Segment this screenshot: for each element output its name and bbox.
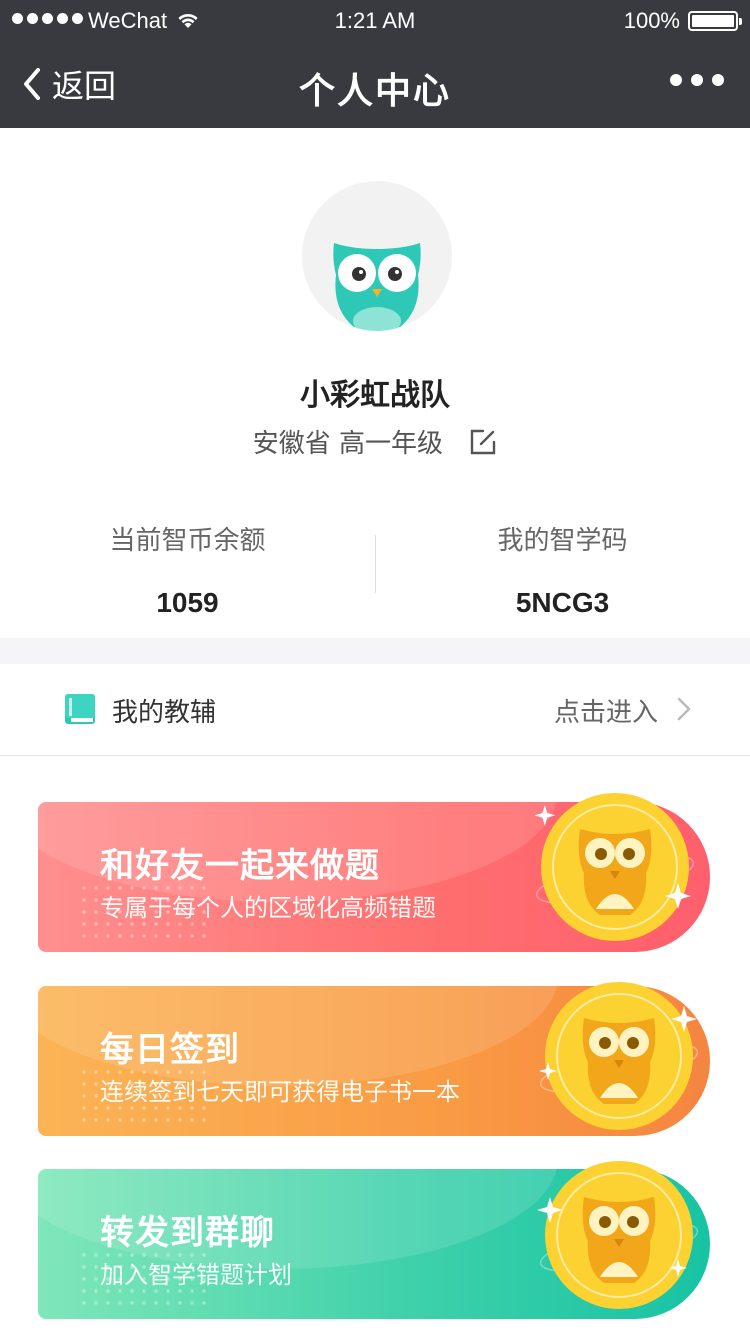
book-icon xyxy=(65,694,95,724)
my-tutoring-books-label: 我的教辅 xyxy=(112,698,217,728)
top-bar: WeChat 1:21 AM 100% 返回 个人中心 xyxy=(0,0,750,128)
stat-study-code: 我的智学码 5NCG3 xyxy=(375,520,750,619)
status-bar: WeChat 1:21 AM 100% xyxy=(0,0,750,40)
edit-icon[interactable] xyxy=(469,428,497,456)
chevron-right-icon xyxy=(677,697,691,721)
more-dots-icon xyxy=(670,74,682,86)
user-location-grade: 安徽省 高一年级 xyxy=(0,423,750,460)
stat-coin-balance: 当前智币余额 1059 xyxy=(0,520,375,619)
user-name: 小彩虹战队 xyxy=(300,378,450,413)
more-menu-button[interactable] xyxy=(670,74,724,86)
card-title: 每日签到 xyxy=(100,1030,240,1070)
card-title: 和好友一起来做题 xyxy=(100,846,380,886)
card-subtitle: 专属于每个人的区域化高频错题 xyxy=(100,894,436,922)
battery-percentage: 100% xyxy=(623,8,680,33)
my-tutoring-books-row[interactable]: 我的教辅 点击进入 xyxy=(0,664,750,756)
stat-value: 5NCG3 xyxy=(515,587,610,618)
stat-label: 当前智币余额 xyxy=(109,526,266,556)
location-grade-text: 安徽省 高一年级 xyxy=(252,429,443,459)
owl-coin-icon xyxy=(539,982,699,1130)
owl-coin-icon xyxy=(537,1161,699,1309)
stat-value: 1059 xyxy=(156,587,219,618)
enter-link[interactable]: 点击进入 xyxy=(554,692,658,729)
section-divider xyxy=(0,638,750,664)
card-subtitle: 加入智学错题计划 xyxy=(100,1261,292,1289)
page-title: 个人中心 xyxy=(298,71,451,112)
stat-label: 我的智学码 xyxy=(497,526,628,556)
owl-mascot-icon xyxy=(333,243,421,331)
card-subtitle: 连续签到七天即可获得电子书一本 xyxy=(100,1078,460,1106)
card-title: 转发到群聊 xyxy=(100,1213,275,1253)
avatar[interactable] xyxy=(302,181,452,331)
battery-icon xyxy=(688,11,742,31)
owl-coin-icon xyxy=(534,793,695,941)
